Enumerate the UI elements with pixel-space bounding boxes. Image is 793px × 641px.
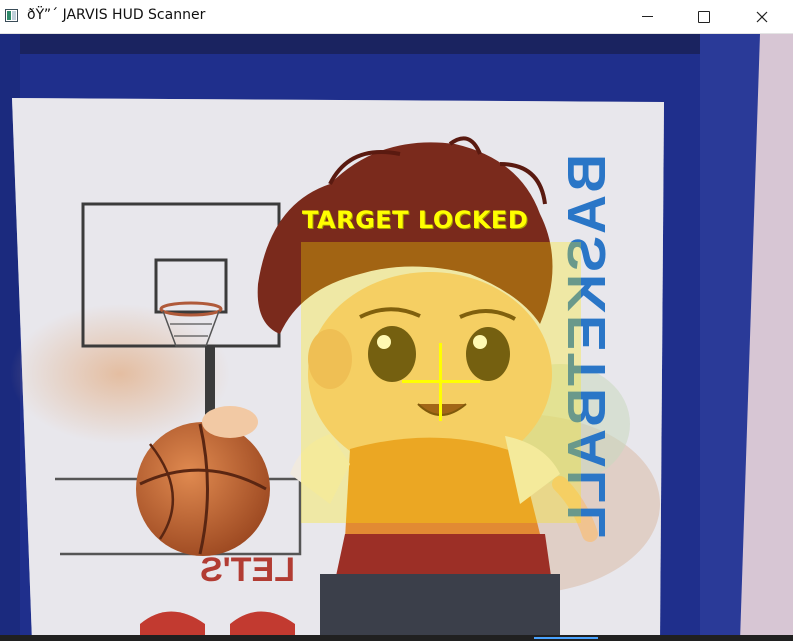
target-locked-label: TARGET LOCKED [302,206,529,234]
minimize-icon [641,16,653,17]
taskbar-active-indicator [534,637,598,639]
maximize-button[interactable] [677,0,731,33]
crosshair-vertical-icon [439,343,442,421]
close-button[interactable] [735,0,789,33]
maximize-icon [698,10,710,23]
title-bar[interactable]: ðŸ”´ JARVIS HUD Scanner [0,0,793,34]
minimize-button[interactable] [620,0,674,33]
app-icon [5,9,18,22]
close-icon [756,11,768,22]
window-title: ðŸ”´ JARVIS HUD Scanner [27,7,206,23]
svg-text:LET'S: LET'S [200,551,295,589]
taskbar-edge [0,635,793,641]
camera-feed: LET'S BASKETBALL TARGET LOCKED [0,34,793,641]
